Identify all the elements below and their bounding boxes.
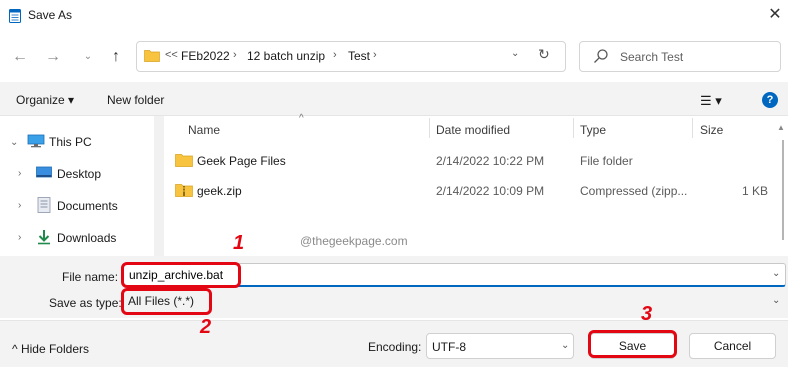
recent-locations-button[interactable]: ⌄ (76, 45, 100, 69)
organize-button[interactable]: Organize ▾ (16, 93, 74, 107)
scroll-up-icon[interactable]: ▲ (777, 123, 785, 132)
column-header-date-modified[interactable]: Date modified (436, 123, 510, 137)
pc-icon (27, 134, 45, 148)
view-options-button[interactable]: ☰ ▾ (700, 93, 722, 109)
column-divider[interactable] (429, 118, 430, 138)
sidebar-item-this-pc[interactable]: This PC (49, 135, 92, 149)
chevron-down-icon[interactable]: ⌄ (561, 340, 569, 351)
file-date: 2/14/2022 10:09 PM (436, 184, 545, 198)
refresh-button[interactable]: ↻ (538, 46, 556, 63)
save-as-type-select[interactable] (122, 290, 786, 312)
chevron-down-icon[interactable]: ⌄ (10, 137, 18, 148)
column-header-size[interactable]: Size (700, 123, 723, 137)
cancel-button[interactable]: Cancel (689, 333, 776, 359)
sidebar-item-documents[interactable]: Documents (57, 199, 118, 213)
file-date: 2/14/2022 10:22 PM (436, 154, 545, 168)
annotation-step-3: 3 (641, 303, 653, 325)
annotation-step-1: 1 (233, 232, 245, 254)
sidebar-item-desktop[interactable]: Desktop (57, 167, 101, 181)
up-button[interactable]: ↑ (104, 45, 128, 69)
chevron-right-icon[interactable]: › (18, 232, 21, 243)
folder-icon (175, 154, 193, 167)
address-dropdown-button[interactable]: ⌄ (511, 48, 529, 59)
navigation-pane-scrollbar[interactable] (154, 116, 164, 256)
window-title: Save As (28, 8, 73, 22)
file-name-label: File name: (62, 270, 119, 284)
file-name[interactable]: Geek Page Files (197, 154, 286, 168)
hide-folders-button[interactable]: ^ Hide Folders (12, 342, 89, 356)
annotation-highlight-save-type (121, 288, 212, 315)
chevron-down-icon[interactable]: ⌄ (772, 268, 780, 279)
breadcrumb-item[interactable]: 12 batch unzip (247, 49, 325, 63)
annotation-step-2: 2 (200, 316, 212, 338)
search-icon (594, 49, 608, 63)
downloads-icon (38, 230, 50, 245)
annotation-highlight-save-button (588, 330, 677, 358)
column-divider[interactable] (573, 118, 574, 138)
encoding-value: UTF-8 (432, 340, 466, 354)
breadcrumb-item[interactable]: FEb2022 (181, 49, 230, 63)
chevron-right-icon[interactable]: › (18, 168, 21, 179)
address-overflow[interactable]: << (165, 49, 178, 61)
breadcrumb-item[interactable]: Test (348, 49, 370, 63)
documents-icon (37, 197, 51, 213)
breadcrumb-separator[interactable]: › (373, 49, 377, 61)
breadcrumb-separator[interactable]: › (333, 49, 337, 61)
sort-ascending-icon: ^ (299, 113, 304, 124)
file-type: Compressed (zipp... (580, 184, 688, 198)
close-button[interactable]: ✕ (764, 5, 786, 27)
help-icon[interactable]: ? (762, 92, 778, 108)
breadcrumb-separator[interactable]: › (233, 49, 237, 61)
annotation-highlight-file-name (121, 262, 241, 288)
folder-icon (144, 50, 160, 62)
scrollbar-thumb[interactable] (782, 140, 784, 240)
save-as-type-label: Save as type: (49, 296, 122, 310)
watermark-text: @thegeekpage.com (300, 234, 408, 248)
back-button[interactable]: ← (8, 45, 32, 69)
file-size: 1 KB (742, 184, 769, 198)
encoding-label: Encoding: (368, 340, 422, 354)
sidebar-item-downloads[interactable]: Downloads (57, 231, 116, 245)
new-folder-button[interactable]: New folder (107, 93, 164, 107)
column-header-type[interactable]: Type (580, 123, 606, 137)
title-bar (0, 0, 788, 32)
zip-folder-icon (175, 184, 193, 197)
chevron-right-icon[interactable]: › (18, 200, 21, 211)
desktop-icon (36, 166, 52, 178)
search-placeholder: Search Test (620, 50, 684, 64)
forward-button[interactable]: → (41, 45, 65, 69)
file-name[interactable]: geek.zip (197, 184, 242, 198)
column-header-name[interactable]: Name (188, 123, 220, 137)
column-divider[interactable] (692, 118, 693, 138)
notepad-icon (9, 9, 21, 23)
chevron-down-icon[interactable]: ⌄ (772, 295, 780, 306)
file-type: File folder (580, 154, 633, 168)
